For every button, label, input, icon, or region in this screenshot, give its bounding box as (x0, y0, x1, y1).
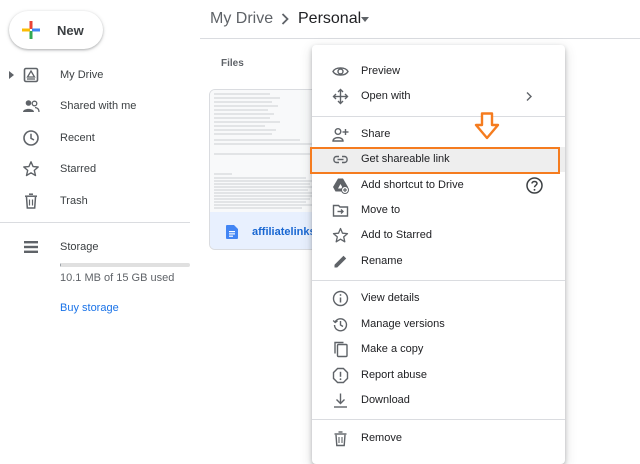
menu-item-get-shareable-link[interactable]: Get shareable link (312, 147, 565, 172)
menu-divider (312, 280, 565, 281)
storage-icon (24, 241, 38, 253)
clock-icon (23, 130, 39, 146)
sidebar-item-starred[interactable]: Starred (0, 155, 200, 183)
menu-item-add-shortcut-to-drive[interactable]: Add shortcut to Drive (312, 173, 565, 198)
download-icon (334, 393, 347, 408)
move-folder-icon (332, 204, 349, 217)
plus-icon (22, 21, 40, 39)
new-button-label: New (57, 22, 84, 38)
menu-divider (312, 419, 565, 420)
storage-usage-fill (60, 263, 62, 267)
sidebar-item-label: Trash (60, 195, 88, 207)
menu-item-remove[interactable]: Remove (312, 426, 565, 451)
eye-icon (332, 67, 349, 76)
menu-item-label: Make a copy (361, 343, 424, 355)
menu-item-label: Rename (361, 255, 403, 267)
menu-item-add-to-starred[interactable]: Add to Starred (312, 223, 565, 248)
storage-label: Storage (60, 241, 99, 253)
breadcrumb-current-folder[interactable]: Personal (298, 10, 361, 28)
sidebar-item-shared-with-me[interactable]: Shared with me (0, 92, 200, 120)
files-section-heading: Files (221, 58, 244, 69)
sidebar-divider (0, 222, 190, 223)
help-icon[interactable] (525, 176, 544, 195)
move-arrows-icon (332, 88, 349, 105)
menu-item-share[interactable]: Share (312, 122, 565, 147)
report-icon (332, 367, 349, 384)
copy-icon (334, 341, 348, 358)
sidebar-item-label: My Drive (60, 69, 104, 81)
sidebar-item-my-drive[interactable]: My Drive (0, 61, 200, 89)
add-person-icon (332, 128, 349, 142)
sidebar-item-label: Recent (60, 132, 95, 144)
sidebar-item-label: Shared with me (60, 100, 137, 112)
menu-item-preview[interactable]: Preview (312, 59, 565, 84)
menu-item-label: Preview (361, 65, 401, 77)
caret-down-icon[interactable] (361, 17, 369, 22)
menu-item-view-details[interactable]: View details (312, 286, 565, 311)
storage-used-text: 10.1 MB of 15 GB used (60, 272, 175, 284)
menu-item-download[interactable]: Download (312, 388, 565, 413)
menu-item-make-a-copy[interactable]: Make a copy (312, 337, 565, 362)
menu-item-label: Manage versions (361, 318, 445, 330)
file-context-menu: Preview Open with Share Get shareable li… (312, 45, 565, 464)
star-icon (23, 161, 39, 177)
menu-item-report-abuse[interactable]: Report abuse (312, 363, 565, 388)
menu-item-label: Share (361, 128, 391, 140)
new-button[interactable]: New (9, 11, 103, 49)
trash-icon (25, 193, 37, 209)
history-icon (332, 318, 348, 332)
sidebar-item-storage[interactable]: Storage (0, 233, 200, 261)
menu-item-manage-versions[interactable]: Manage versions (312, 312, 565, 337)
menu-item-open-with[interactable]: Open with (312, 84, 565, 109)
menu-item-label: Add shortcut to Drive (361, 179, 464, 191)
expand-caret-icon[interactable] (9, 71, 14, 79)
menu-item-label: View details (361, 292, 420, 304)
link-icon (333, 155, 348, 164)
menu-item-move-to[interactable]: Move to (312, 198, 565, 223)
file-name: affiliatelinks (252, 225, 316, 238)
star-icon (332, 227, 349, 243)
annotation-down-arrow-icon (474, 112, 500, 140)
pencil-icon (334, 255, 347, 268)
menu-item-label: Remove (361, 432, 402, 444)
chevron-right-icon (526, 92, 532, 101)
storage-usage-bar (60, 263, 190, 267)
menu-item-label: Get shareable link (361, 153, 450, 165)
sidebar-item-recent[interactable]: Recent (0, 124, 200, 152)
google-docs-icon (226, 224, 238, 239)
my-drive-icon (23, 67, 39, 83)
menu-item-label: Report abuse (361, 369, 428, 381)
breadcrumb-my-drive[interactable]: My Drive (210, 10, 273, 28)
menu-item-label: Move to (361, 204, 401, 216)
shared-people-icon (23, 100, 40, 113)
info-icon (332, 290, 349, 307)
header-divider (200, 38, 640, 39)
menu-item-rename[interactable]: Rename (312, 249, 565, 274)
chevron-right-icon (281, 13, 289, 25)
menu-item-label: Add to Starred (361, 229, 432, 241)
menu-divider (312, 116, 565, 117)
sidebar-item-trash[interactable]: Trash (0, 187, 200, 215)
trash-icon (334, 431, 347, 447)
drive-shortcut-icon (333, 178, 349, 194)
sidebar-item-label: Starred (60, 163, 97, 175)
menu-item-label: Open with (361, 90, 411, 102)
menu-item-label: Download (361, 394, 410, 406)
buy-storage-link[interactable]: Buy storage (60, 302, 119, 314)
